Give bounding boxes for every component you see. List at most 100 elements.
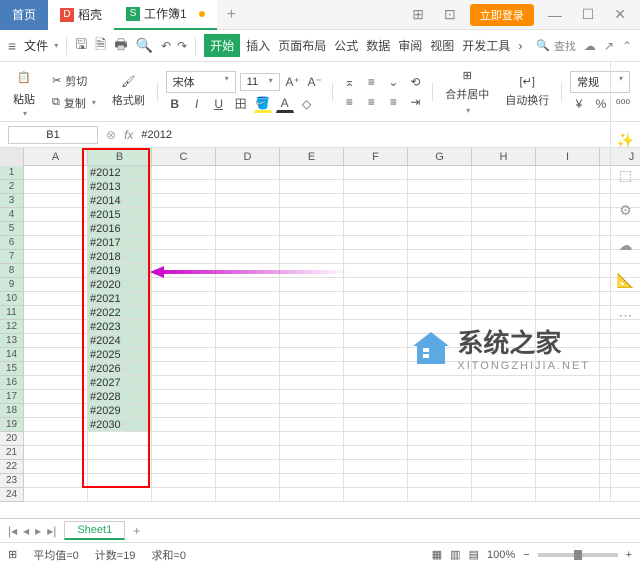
cell[interactable] [408,292,472,306]
cell[interactable] [408,180,472,194]
cell[interactable] [152,418,216,432]
cell[interactable] [344,446,408,460]
row-head[interactable]: 19 [0,418,24,432]
font-select[interactable]: 宋体▾ [166,71,236,93]
cell[interactable] [536,376,600,390]
cell[interactable] [216,376,280,390]
cell[interactable] [408,460,472,474]
login-button[interactable]: 立即登录 [470,4,534,26]
cell[interactable] [536,334,600,348]
cell[interactable] [152,432,216,446]
cell[interactable] [536,446,600,460]
cut-button[interactable]: ✂剪切 [48,71,100,91]
tab-layout[interactable]: 页面布局 [276,35,328,56]
cell[interactable] [216,348,280,362]
col-head-B[interactable]: B [88,148,152,165]
col-head-I[interactable]: I [536,148,600,165]
cell[interactable] [152,222,216,236]
sidebar-settings-icon[interactable]: ⚙ [619,202,632,219]
cell[interactable] [88,460,152,474]
row-head[interactable]: 21 [0,446,24,460]
row-head[interactable]: 4 [0,208,24,222]
grid[interactable]: ABCDEFGHIJ 1#20122#20133#20144#20155#201… [0,148,640,518]
cell[interactable] [472,460,536,474]
cell[interactable] [344,390,408,404]
tab-more[interactable]: › [516,37,524,55]
cell[interactable] [344,222,408,236]
cell[interactable]: #2024 [88,334,152,348]
sidebar-ai-icon[interactable]: ✨ [617,132,634,149]
zoom-slider[interactable] [538,553,618,557]
cell[interactable] [536,166,600,180]
cell[interactable] [216,460,280,474]
redo-icon[interactable]: ↷ [177,39,187,53]
cell[interactable] [472,320,536,334]
cell[interactable] [24,320,88,334]
cell[interactable] [152,474,216,488]
row-head[interactable]: 11 [0,306,24,320]
cell[interactable] [536,488,600,502]
tab-data[interactable]: 数据 [364,35,392,56]
tab-review[interactable]: 审阅 [396,35,424,56]
cell[interactable] [472,348,536,362]
close-button[interactable]: ✕ [608,4,632,25]
orientation-button[interactable]: ⟲ [406,73,424,91]
row-head[interactable]: 16 [0,376,24,390]
row-head[interactable]: 1 [0,166,24,180]
cell[interactable] [344,236,408,250]
cell[interactable] [216,432,280,446]
cell[interactable] [152,348,216,362]
cell[interactable]: #2014 [88,194,152,208]
cell[interactable] [344,320,408,334]
cell[interactable] [536,348,600,362]
cell[interactable] [24,292,88,306]
cell[interactable] [152,390,216,404]
cell[interactable]: #2016 [88,222,152,236]
row-head[interactable]: 10 [0,292,24,306]
file-menu[interactable]: 文件▾ [24,37,58,54]
cell[interactable] [344,488,408,502]
cell[interactable] [24,362,88,376]
cell[interactable] [344,208,408,222]
format-painter-button[interactable]: 🖌 格式刷 [108,73,149,110]
cell[interactable] [216,166,280,180]
cell[interactable] [472,194,536,208]
paste-button[interactable]: 📋 粘贴▾ [8,63,40,120]
cell[interactable] [152,166,216,180]
cell[interactable] [472,306,536,320]
save-icon[interactable]: 🖫 [75,34,87,58]
cell[interactable] [280,348,344,362]
cell[interactable] [24,376,88,390]
cell[interactable] [536,390,600,404]
tab-view[interactable]: 视图 [428,35,456,56]
clear-format-button[interactable]: ◇ [298,95,316,113]
col-head-G[interactable]: G [408,148,472,165]
cell[interactable] [216,446,280,460]
cell[interactable] [24,222,88,236]
workbook-tab[interactable]: S 工作簿1 [114,0,217,30]
align-middle-button[interactable]: ≡ [362,73,380,91]
cell[interactable] [24,334,88,348]
cell[interactable]: #2020 [88,278,152,292]
cell[interactable] [280,278,344,292]
merge-button[interactable]: ⊞ 合并居中▾ [441,67,493,117]
doc-tab[interactable]: D 稻壳 [48,0,114,30]
cell[interactable] [472,180,536,194]
zoom-in-button[interactable]: + [626,549,632,561]
row-head[interactable]: 5 [0,222,24,236]
cell[interactable] [24,180,88,194]
cell[interactable] [536,222,600,236]
cell[interactable] [472,418,536,432]
cell[interactable]: #2028 [88,390,152,404]
cell[interactable] [408,264,472,278]
row-head[interactable]: 7 [0,250,24,264]
cell[interactable] [472,376,536,390]
cell[interactable] [408,208,472,222]
cell[interactable] [280,418,344,432]
cell[interactable] [344,292,408,306]
zoom-out-button[interactable]: − [523,549,529,561]
cell[interactable] [152,404,216,418]
col-head-F[interactable]: F [344,148,408,165]
cell[interactable] [280,474,344,488]
cell[interactable] [408,278,472,292]
